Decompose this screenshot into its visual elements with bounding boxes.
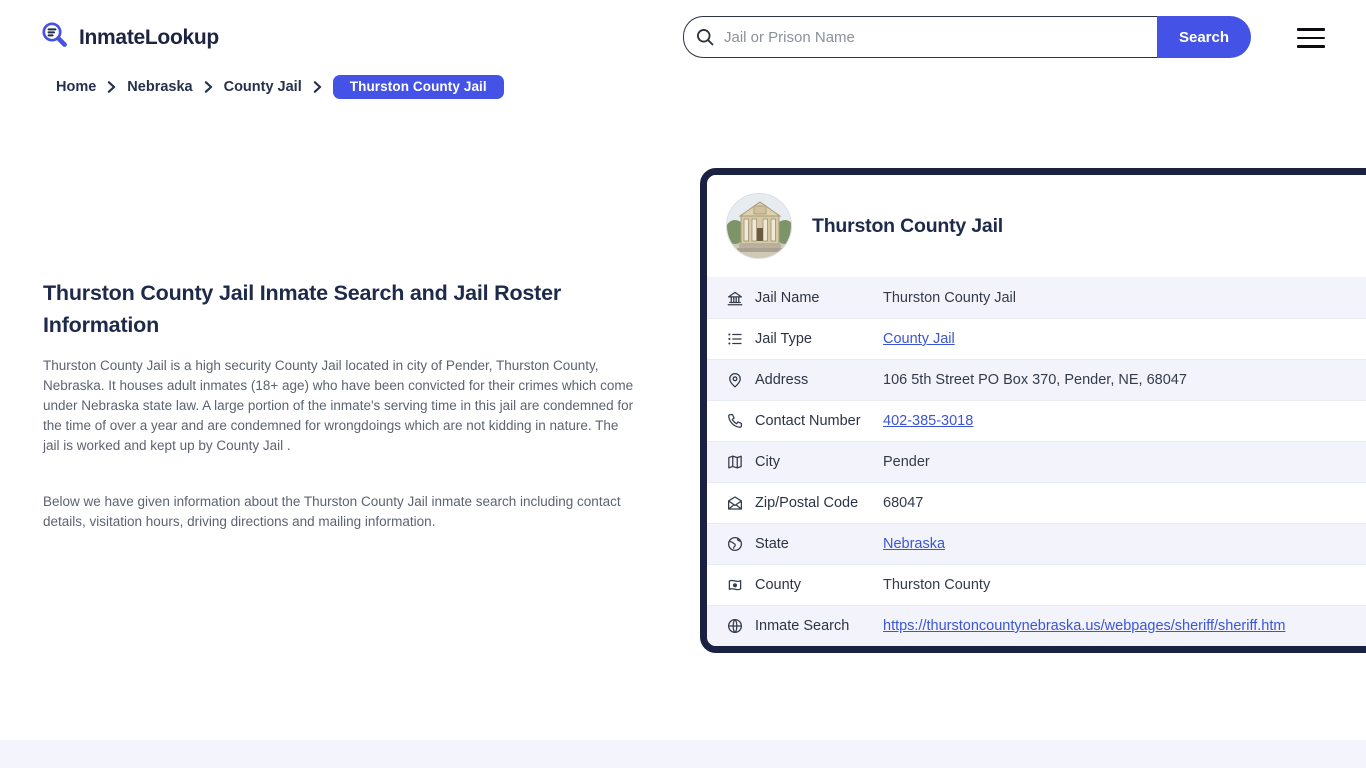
magnifier-list-icon [40, 20, 70, 55]
row-label: Zip/Postal Code [755, 495, 859, 511]
chevron-right-icon [204, 81, 213, 93]
breadcrumb: Home Nebraska County Jail Thurston County J… [56, 75, 504, 99]
search-icon [695, 27, 715, 47]
jail-info-table: Jail Name Thurston County Jail Jail Type Co… [707, 277, 1366, 646]
row-label: Inmate Search [755, 618, 850, 634]
row-value-link[interactable]: County Jail [883, 331, 955, 347]
page-title: Thurston County Jail Inmate Search and J… [43, 281, 562, 337]
jail-card-title: Thurston County Jail [812, 214, 1004, 237]
jail-info-row: Inmate Search https://thurstoncountynebra… [707, 605, 1366, 646]
jail-info-row: County Thurston County [707, 564, 1366, 605]
county-icon [726, 576, 744, 594]
breadcrumb-current: Thurston County Jail [332, 75, 504, 99]
search-field-wrap [683, 16, 1157, 58]
jail-card-header: Thurston County Jail [707, 175, 1366, 277]
page: InmateLookup Search Home Nebraska County J… [0, 0, 1366, 768]
earth-icon [726, 535, 744, 553]
bank-icon [726, 289, 744, 307]
intro-paragraph: Thurston County Jail is a high security … [43, 358, 634, 453]
row-value: Thurston County [883, 577, 991, 593]
row-label: Jail Name [755, 289, 820, 306]
brand-logo[interactable]: InmateLookup [40, 20, 219, 55]
breadcrumb-item-nebraska[interactable]: Nebraska [127, 79, 192, 95]
row-label: Contact Number [755, 413, 861, 429]
map-pin-icon [726, 371, 744, 389]
jail-info-card: Thurston County Jail Jail Name Thurston C… [700, 168, 1366, 653]
row-value-link[interactable]: Nebraska [883, 536, 945, 552]
jail-info-row: Jail Type County Jail [707, 318, 1366, 359]
row-label: County [755, 577, 801, 593]
jail-info-row: State Nebraska [707, 523, 1366, 564]
chevron-right-icon [107, 81, 116, 93]
search-bar: Search [683, 16, 1251, 58]
row-value-link[interactable]: https://thurstoncountynebraska.us/webpag… [883, 618, 1285, 634]
row-value: Pender [883, 454, 930, 470]
row-value: 106 5th Street PO Box 370, Pender, NE, 6… [883, 372, 1187, 388]
mail-icon [726, 494, 744, 512]
jail-info-row: Jail Name Thurston County Jail [707, 277, 1366, 318]
jail-info-row: Contact Number 402-385-3018 [707, 400, 1366, 441]
jail-info-row: City Pender [707, 441, 1366, 482]
row-label: City [755, 454, 780, 470]
list-icon [726, 330, 744, 348]
breadcrumb-item-county-jail[interactable]: County Jail [224, 79, 302, 95]
row-value: Thurston County Jail [883, 289, 1016, 306]
row-label: Jail Type [755, 331, 812, 347]
jail-photo [726, 193, 792, 259]
menu-icon[interactable] [1297, 28, 1325, 48]
search-button[interactable]: Search [1157, 16, 1251, 58]
breadcrumb-item-home[interactable]: Home [56, 79, 96, 95]
jail-info-row: Zip/Postal Code 68047 [707, 482, 1366, 523]
row-value: 68047 [883, 495, 924, 511]
globe-icon [726, 617, 744, 635]
row-label: Address [755, 372, 809, 388]
info-paragraph: Below we have given information about th… [43, 494, 621, 529]
chevron-right-icon [313, 81, 322, 93]
search-input[interactable] [683, 16, 1157, 58]
footer-band [0, 740, 1366, 768]
phone-icon [726, 412, 744, 430]
row-label: State [755, 536, 789, 552]
jail-info-row: Address 106 5th Street PO Box 370, Pender… [707, 359, 1366, 400]
map-icon [726, 453, 744, 471]
row-value-link[interactable]: 402-385-3018 [883, 413, 973, 429]
brand-name: InmateLookup [79, 25, 219, 49]
